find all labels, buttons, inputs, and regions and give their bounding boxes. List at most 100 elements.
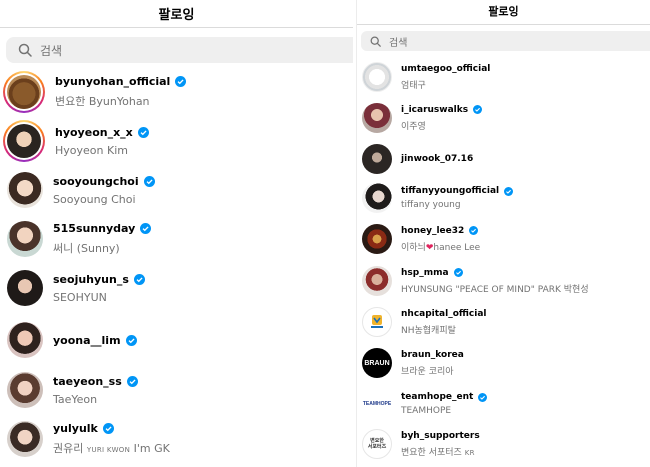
display-name: 엄태구	[401, 80, 426, 91]
header-divider	[357, 24, 650, 25]
list-item[interactable]: umtaegoo_official 엄태구	[357, 62, 650, 92]
list-item[interactable]: byunyohan_official 변요한 ByunYohan	[0, 71, 353, 113]
username[interactable]: jinwook_07.16	[401, 154, 473, 164]
list-item[interactable]: TEAMHOPE teamhope_ent TEAMHOPE	[357, 389, 650, 419]
page-title: 팔로잉	[488, 5, 519, 18]
list-item[interactable]: yoona__lim	[0, 322, 353, 358]
list-item[interactable]: hsp_mma HYUNSUNG "PEACE OF MIND" PARK 박현…	[357, 266, 650, 296]
avatar[interactable]	[7, 221, 43, 257]
avatar[interactable]	[7, 172, 43, 208]
supporters-logo-text: 변요한 서포터즈	[367, 438, 387, 450]
search-input[interactable]: 검색	[361, 31, 650, 51]
verified-badge-icon	[469, 226, 479, 235]
display-name: NH농협캐피탈	[401, 325, 456, 336]
verified-badge-icon	[137, 126, 149, 138]
list-item[interactable]: hyoyeon_x_x Hyoyeon Kim	[0, 120, 353, 162]
display-name: TaeYeon	[53, 392, 98, 406]
teamhope-logo-avatar[interactable]: TEAMHOPE	[362, 389, 392, 419]
verified-badge-icon	[125, 334, 137, 346]
username[interactable]: nhcapital_official	[401, 309, 487, 319]
display-name-small: YURI KWON	[86, 446, 131, 454]
username[interactable]: umtaegoo_official	[401, 64, 490, 74]
avatar[interactable]	[362, 224, 392, 254]
avatar[interactable]	[7, 421, 43, 457]
list-item[interactable]: nhcapital_official NH농협캐피탈	[357, 307, 650, 337]
username[interactable]: seojuhyun_s	[53, 273, 129, 286]
username[interactable]: hyoyeon_x_x	[55, 126, 133, 139]
list-item[interactable]: tiffanyyoungofficial tiffany young	[357, 183, 650, 213]
username[interactable]: tiffanyyoungofficial	[401, 186, 499, 196]
search-placeholder: 검색	[40, 43, 63, 58]
verified-badge-icon	[504, 186, 514, 196]
username[interactable]: byunyohan_official	[55, 75, 170, 88]
display-name: 이주영	[401, 121, 426, 132]
username[interactable]: byh_supporters	[401, 431, 480, 441]
list-item[interactable]: jinwook_07.16	[357, 144, 650, 174]
username[interactable]: taeyeon_ss	[53, 375, 122, 388]
verified-badge-icon	[133, 273, 145, 285]
avatar[interactable]	[7, 322, 43, 358]
display-name: 써니 (Sunny)	[53, 242, 120, 255]
display-name: Hyoyeon Kim	[55, 143, 128, 157]
list-item[interactable]: 변요한 서포터즈 byh_supporters 변요한 서포터즈 KR	[357, 429, 650, 459]
nh-logo-avatar[interactable]	[362, 307, 392, 337]
supporters-logo-avatar[interactable]: 변요한 서포터즈	[362, 429, 392, 459]
username[interactable]: yulyulk	[53, 422, 98, 435]
list-item[interactable]: sooyoungchoi Sooyoung Choi	[0, 172, 353, 208]
username[interactable]: hsp_mma	[401, 268, 449, 278]
username[interactable]: i_icaruswalks	[401, 105, 468, 115]
braun-logo-avatar[interactable]: BRAUN	[362, 348, 392, 378]
list-item[interactable]: seojuhyun_s SEOHYUN	[0, 270, 353, 306]
username[interactable]: yoona__lim	[53, 334, 121, 347]
verified-badge-icon	[143, 175, 155, 187]
page-title: 팔로잉	[158, 7, 195, 23]
verified-badge-icon	[175, 76, 187, 87]
username[interactable]: honey_lee32	[401, 226, 464, 236]
list-item[interactable]: yulyulk 권유리 YURI KWON I'm GK	[0, 421, 353, 457]
list-item[interactable]: taeyeon_ss TaeYeon	[0, 372, 353, 408]
nh-logo-icon	[371, 315, 383, 328]
verified-badge-icon	[478, 392, 488, 402]
username[interactable]: braun_korea	[401, 350, 464, 360]
verified-badge-icon	[140, 223, 152, 234]
display-name: HYUNSUNG "PEACE OF MIND" PARK 박현성	[401, 284, 589, 295]
list-item[interactable]: BRAUN braun_korea 브라운 코리아	[357, 348, 650, 378]
search-icon	[370, 36, 381, 47]
search-input[interactable]: 검색	[6, 37, 353, 63]
avatar[interactable]	[7, 124, 41, 158]
avatar[interactable]	[7, 372, 43, 408]
display-name: 변요한 ByunYohan	[55, 95, 150, 108]
username[interactable]: 515sunnyday	[53, 222, 135, 235]
username[interactable]: sooyoungchoi	[53, 175, 139, 188]
story-ring[interactable]	[3, 120, 45, 162]
display-name: 브라운 코리아	[401, 366, 454, 377]
avatar[interactable]	[362, 144, 392, 174]
story-ring[interactable]	[3, 71, 45, 113]
display-name: 이하늬❤hanee Lee	[401, 240, 480, 253]
display-name-suffix: KR	[464, 448, 475, 457]
avatar[interactable]	[362, 62, 392, 92]
display-name-main: 권유리	[53, 442, 84, 455]
username[interactable]: teamhope_ent	[401, 392, 473, 402]
avatar[interactable]	[7, 270, 43, 306]
avatar[interactable]	[362, 183, 392, 213]
list-item[interactable]: 515sunnyday 써니 (Sunny)	[0, 221, 353, 257]
teamhope-logo-text: TEAMHOPE	[362, 401, 392, 407]
display-name: 변요한 서포터즈 KR	[401, 445, 480, 458]
verified-badge-icon	[126, 375, 138, 387]
avatar[interactable]	[362, 103, 392, 133]
verified-badge-icon	[473, 105, 483, 114]
display-name: tiffany young	[401, 200, 461, 210]
display-name: SEOHYUN	[53, 290, 107, 304]
list-item[interactable]: honey_lee32 이하늬❤hanee Lee	[357, 224, 650, 254]
avatar[interactable]	[7, 75, 41, 109]
display-name: 권유리 YURI KWON I'm GK	[53, 440, 170, 456]
display-name-main: 이하늬	[401, 242, 426, 253]
list-item[interactable]: i_icaruswalks 이주영	[357, 103, 650, 133]
verified-badge-icon	[102, 423, 114, 434]
verified-badge-icon	[453, 268, 463, 277]
avatar[interactable]	[362, 266, 392, 296]
display-name-tail: I'm GK	[133, 442, 170, 455]
display-name: TEAMHOPE	[401, 406, 452, 416]
braun-logo-text: BRAUN	[364, 359, 390, 367]
